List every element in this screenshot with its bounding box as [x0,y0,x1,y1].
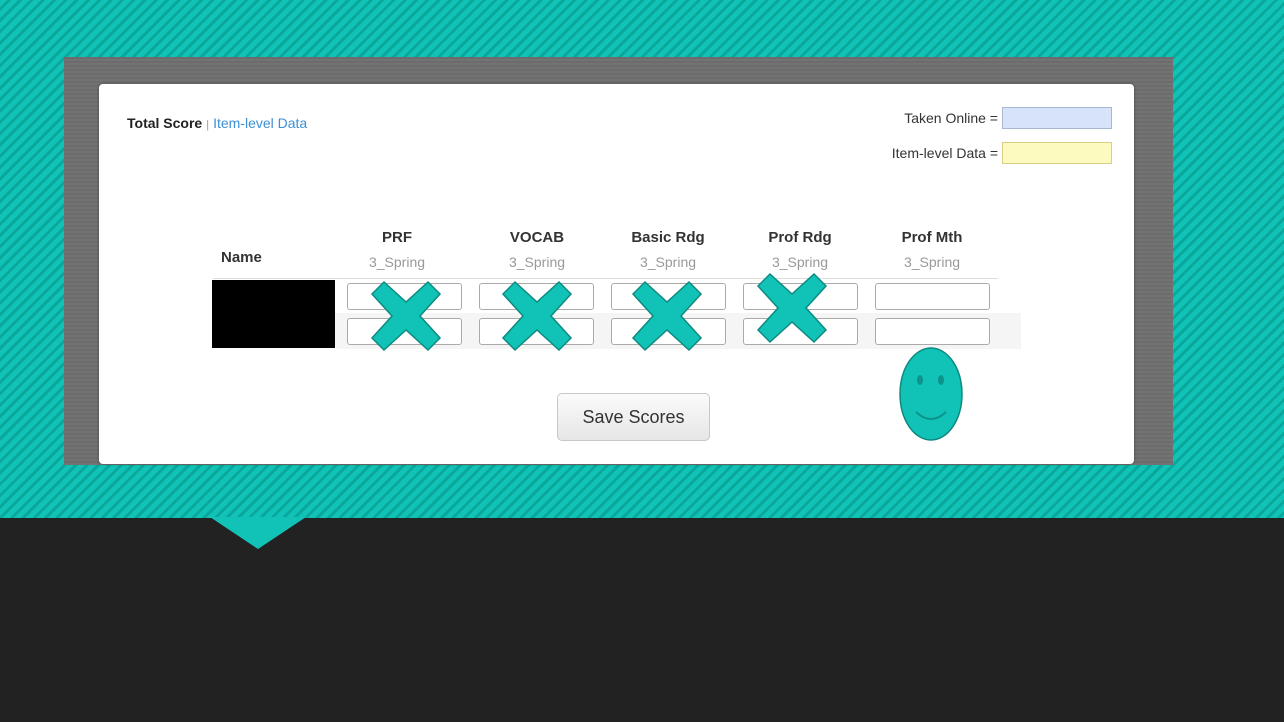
column-term: 3_Spring [639,254,697,270]
x-mark-icon [756,272,828,344]
column-title: PRF [382,229,412,246]
score-input-prof-mth-row1[interactable] [875,283,990,310]
legend-swatch-blue [1002,107,1112,129]
redacted-student-name [212,280,335,348]
tab-separator: | [206,119,210,131]
tab-item-level-data[interactable]: Item-level Data [213,115,307,131]
smiley-face-icon [899,347,963,441]
x-mark-icon [370,280,442,352]
column-header-prof-mth: Prof Mth 3_Spring [872,229,992,270]
score-entry-panel: Total Score | Item-level Data Taken Online… [99,84,1134,464]
legend-label: Item-level Data = [891,145,998,161]
column-header-vocab: VOCAB 3_Spring [477,229,597,270]
score-input-prof-mth-row2[interactable] [875,318,990,345]
column-title: Prof Rdg [768,229,832,246]
legend-taken-online: Taken Online = [904,107,1112,129]
legend-swatch-yellow [1002,142,1112,164]
column-header-basic-rdg: Basic Rdg 3_Spring [608,229,728,270]
column-header-prf: PRF 3_Spring [337,229,457,270]
column-header-name: Name [221,249,262,266]
callout-pointer [210,517,306,549]
legend-item-level-data: Item-level Data = [892,142,1112,164]
column-term: 3_Spring [903,254,961,270]
column-header-prof-rdg: Prof Rdg 3_Spring [740,229,860,270]
column-title: VOCAB [509,229,565,246]
save-scores-button[interactable]: Save Scores [557,393,710,441]
column-term: 3_Spring [508,254,566,270]
x-mark-icon [631,280,703,352]
column-term: 3_Spring [368,254,426,270]
view-tabs: Total Score | Item-level Data [127,115,307,131]
column-title: Prof Mth [901,229,963,246]
tab-total-score[interactable]: Total Score [127,115,202,131]
header-divider [213,278,998,279]
column-title: Basic Rdg [631,229,705,246]
dark-footer-band [0,518,1284,722]
x-mark-icon [501,280,573,352]
legend-label: Taken Online = [904,110,998,126]
